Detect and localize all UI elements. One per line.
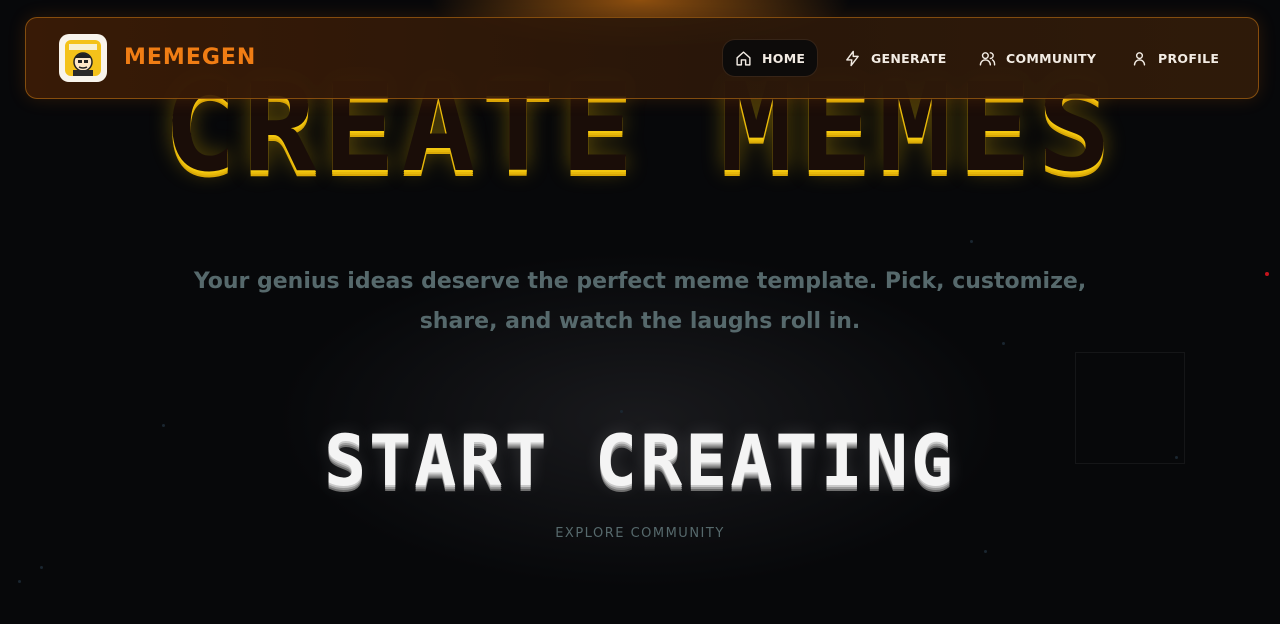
ambient-dot — [1265, 272, 1269, 276]
brand-name[interactable]: MEMEGEN — [124, 45, 256, 70]
ambient-dot — [970, 240, 973, 243]
nav-home[interactable]: HOME — [723, 40, 818, 76]
nav-label: GENERATE — [871, 50, 947, 66]
ambient-dot — [620, 410, 623, 413]
nav-label: COMMUNITY — [1006, 50, 1097, 66]
user-icon — [1133, 51, 1146, 66]
home-icon — [736, 50, 751, 66]
nav-community[interactable]: COMMUNITY — [967, 40, 1108, 76]
decorative-frame — [1075, 352, 1185, 464]
nav-profile[interactable]: PROFILE — [1119, 40, 1231, 76]
explore-community-link[interactable]: EXPLORE COMMUNITY — [540, 526, 740, 541]
ambient-dot — [162, 424, 165, 427]
ambient-dot — [18, 580, 21, 583]
start-creating-button[interactable]: START CREATING — [272, 418, 1008, 504]
brand-logo[interactable] — [59, 34, 107, 82]
nav-generate[interactable]: GENERATE — [832, 40, 959, 76]
ambient-dot — [40, 566, 43, 569]
meme-face-logo-icon — [65, 40, 101, 76]
users-icon — [979, 51, 996, 66]
hero-tagline: Your genius ideas deserve the perfect me… — [193, 269, 1087, 334]
lightning-icon — [846, 50, 859, 66]
ambient-dot — [1002, 342, 1005, 345]
top-navbar: MEMEGEN HOME GENERATE COMMUNITY PROFILE — [25, 17, 1259, 99]
page: CREATE MEMES Your genius ideas deserve t… — [0, 0, 1280, 624]
nav-label: HOME — [762, 50, 806, 66]
ambient-dot — [984, 550, 987, 553]
nav-label: PROFILE — [1158, 50, 1220, 66]
